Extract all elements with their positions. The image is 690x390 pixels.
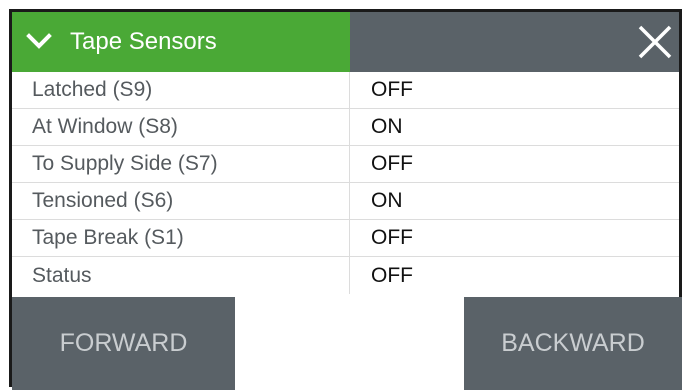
header-title: Tape Sensors bbox=[70, 28, 217, 55]
table-row: Latched (S9) OFF bbox=[12, 72, 679, 109]
table-row: To Supply Side (S7) OFF bbox=[12, 146, 679, 183]
table-row: Tensioned (S6) ON bbox=[12, 183, 679, 220]
backward-button[interactable]: BACKWARD bbox=[464, 297, 682, 390]
sensor-value: OFF bbox=[371, 78, 413, 101]
sensor-value: OFF bbox=[371, 226, 413, 249]
sensor-value: OFF bbox=[371, 263, 413, 287]
table-row: Status OFF bbox=[12, 257, 679, 294]
forward-button[interactable]: FORWARD bbox=[12, 297, 235, 390]
table-row: Tape Break (S1) OFF bbox=[12, 220, 679, 257]
sensor-label: Status bbox=[12, 257, 350, 294]
sensor-label: To Supply Side (S7) bbox=[12, 146, 350, 182]
close-icon[interactable] bbox=[637, 24, 673, 60]
chevron-down-icon[interactable] bbox=[26, 29, 52, 55]
tape-sensors-header[interactable]: Tape Sensors bbox=[12, 12, 350, 72]
table-row: At Window (S8) ON bbox=[12, 109, 679, 146]
sensor-value: ON bbox=[371, 115, 403, 138]
sensor-label: Latched (S9) bbox=[12, 72, 350, 108]
sensor-label: Tensioned (S6) bbox=[12, 183, 350, 219]
sensor-label: Tape Break (S1) bbox=[12, 220, 350, 256]
sensor-value: OFF bbox=[371, 152, 413, 175]
header-toolbar bbox=[350, 12, 679, 72]
sensor-table: Latched (S9) OFF At Window (S8) ON To Su… bbox=[12, 72, 679, 294]
sensor-value: ON bbox=[371, 189, 403, 212]
sensor-label: At Window (S8) bbox=[12, 109, 350, 145]
